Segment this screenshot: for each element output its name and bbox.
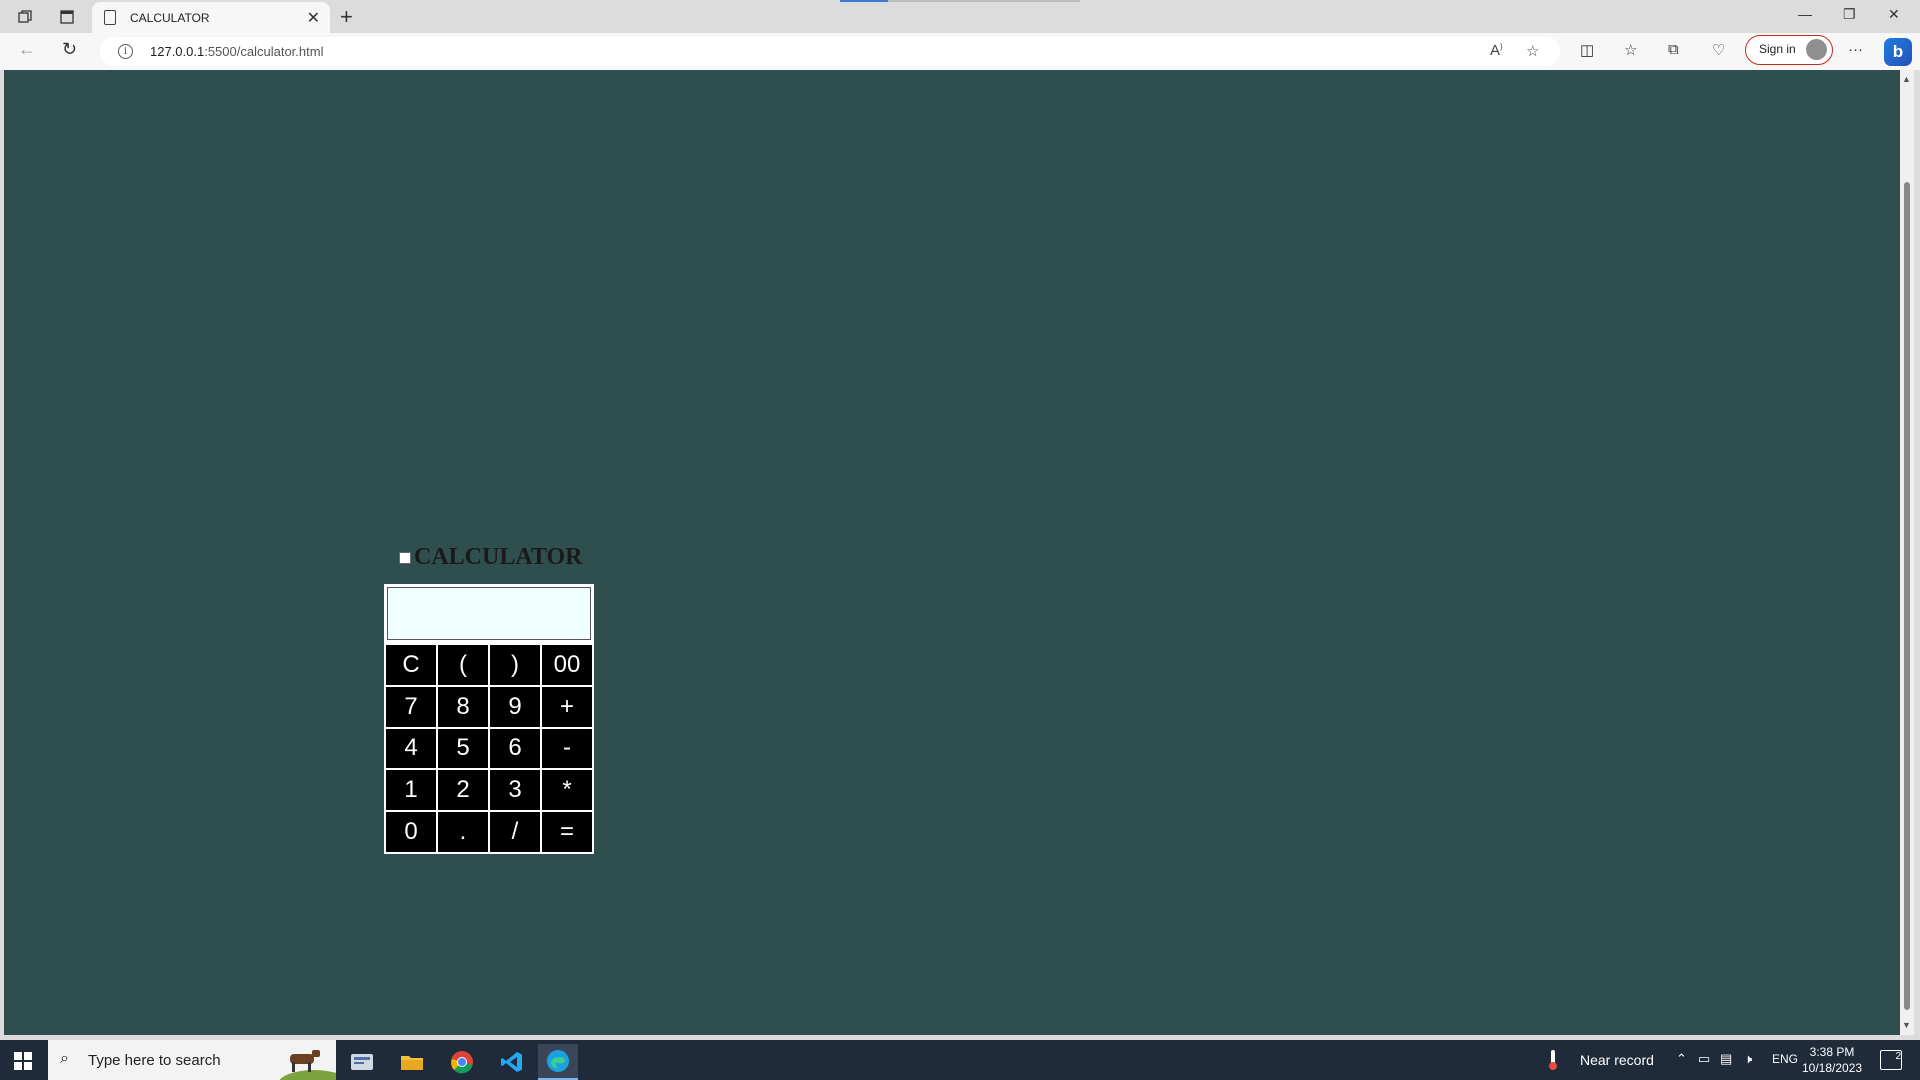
vertical-scrollbar[interactable]: ▲ ▼ [1900,70,1914,1035]
notification-count: 2 [1895,1051,1901,1062]
key-7[interactable]: 7 [386,686,436,727]
weather-text[interactable]: Near record [1580,1052,1654,1068]
minimize-icon[interactable]: — [1798,6,1812,22]
broken-image-icon [399,551,411,564]
volume-icon[interactable]: 🕨 [1744,1051,1752,1067]
search-highlight-icon [279,1050,336,1080]
address-bar[interactable]: i 127.0.0.1:5500/calculator.html A) ☆ [100,37,1560,66]
network-icon[interactable]: ▤ [1720,1051,1732,1067]
taskbar-chrome-icon[interactable] [442,1044,482,1080]
key-decimal[interactable]: . [438,812,488,852]
key-5[interactable]: 5 [438,728,488,769]
close-window-icon[interactable]: ✕ [1888,6,1900,23]
key-3[interactable]: 3 [490,770,540,811]
scroll-down-icon[interactable]: ▼ [1902,1020,1911,1030]
key-double-zero[interactable]: 00 [542,645,592,685]
key-8[interactable]: 8 [438,686,488,727]
key-equals[interactable]: = [542,812,592,852]
taskbar-edge-icon[interactable] [538,1044,578,1080]
taskbar-file-explorer-icon[interactable] [392,1044,432,1080]
weather-thermometer-icon[interactable] [1548,1049,1558,1074]
url-text[interactable]: 127.0.0.1:5500/calculator.html [150,44,323,59]
site-info-icon[interactable]: i [118,44,133,59]
scroll-up-icon[interactable]: ▲ [1902,74,1911,84]
calculator-heading: CALCULATOR [399,544,582,571]
show-hidden-icons-icon[interactable]: ⌃ [1676,1051,1687,1067]
browser-essentials-icon[interactable]: ♡ [1712,41,1725,59]
taskbar-vscode-icon[interactable] [492,1044,532,1080]
calculator: C ( ) 00 7 8 9 + 4 5 6 - 1 2 3 * 0 . / = [384,584,594,854]
calculator-display[interactable] [387,587,591,640]
search-icon: ⌕ [60,1050,69,1067]
search-placeholder: Type here to search [88,1052,221,1069]
scrollbar-thumb[interactable] [1904,182,1910,1010]
browser-toolbar: ← ↻ i 127.0.0.1:5500/calculator.html A) … [0,33,1920,70]
taskbar-clock[interactable]: 3:38 PM 10/18/2023 [1802,1044,1862,1076]
tab-calculator[interactable]: CALCULATOR ✕ [92,2,330,33]
tab-actions-icon[interactable] [56,6,78,28]
read-aloud-icon[interactable]: A) [1490,42,1503,59]
key-plus[interactable]: + [542,686,592,727]
key-4[interactable]: 4 [386,728,436,769]
calculator-title: CALCULATOR [414,544,583,570]
url-path: :5500/calculator.html [204,44,324,59]
avatar [1806,39,1827,60]
notification-center-icon[interactable]: 2 [1880,1050,1902,1070]
taskbar-news-app-icon[interactable] [342,1044,382,1080]
favorites-icon[interactable]: ☆ [1624,41,1637,59]
key-6[interactable]: 6 [490,728,540,769]
meet-now-icon[interactable]: ▭ [1698,1051,1710,1067]
browser-titlebar: CALCULATOR ✕ + — ❐ ✕ [0,0,1920,33]
loading-indicator [840,0,1080,2]
page-icon [104,10,116,25]
copilot-icon[interactable]: b [1884,38,1912,66]
key-close-paren[interactable]: ) [490,645,540,685]
clock-date: 10/18/2023 [1802,1061,1863,1075]
url-host: 127.0.0.1 [150,44,205,59]
tab-title: CALCULATOR [130,10,210,25]
favorite-star-icon[interactable]: ☆ [1526,42,1539,60]
page-viewport [4,70,1900,1035]
language-indicator[interactable]: ENG [1772,1052,1798,1066]
key-minus[interactable]: - [542,728,592,769]
restore-icon[interactable]: ❐ [1843,6,1856,23]
taskbar-search[interactable]: ⌕ Type here to search [48,1040,336,1080]
sign-in-button[interactable]: Sign in [1745,35,1833,65]
more-options-icon[interactable]: ··· [1848,41,1863,58]
key-9[interactable]: 9 [490,686,540,727]
close-tab-icon[interactable]: ✕ [307,8,320,28]
refresh-icon[interactable]: ↻ [62,39,77,60]
split-screen-icon[interactable]: ◫ [1580,41,1594,59]
workspaces-icon[interactable] [14,6,36,28]
windows-start-icon[interactable] [14,1052,32,1070]
key-divide[interactable]: / [490,812,540,852]
collections-icon[interactable]: ⧉ [1668,41,1679,58]
key-clear[interactable]: C [386,645,436,685]
key-0[interactable]: 0 [386,812,436,852]
key-open-paren[interactable]: ( [438,645,488,685]
sign-in-label: Sign in [1759,42,1796,56]
new-tab-icon[interactable]: + [340,4,353,30]
key-2[interactable]: 2 [438,770,488,811]
calculator-keypad: C ( ) 00 7 8 9 + 4 5 6 - 1 2 3 * 0 . / = [386,645,592,852]
windows-taskbar: ⌕ Type here to search Near record ⌃ ▭ ▤ … [0,1040,1920,1080]
back-icon[interactable]: ← [18,39,36,60]
key-multiply[interactable]: * [542,770,592,811]
key-1[interactable]: 1 [386,770,436,811]
clock-time: 3:38 PM [1809,1045,1855,1059]
